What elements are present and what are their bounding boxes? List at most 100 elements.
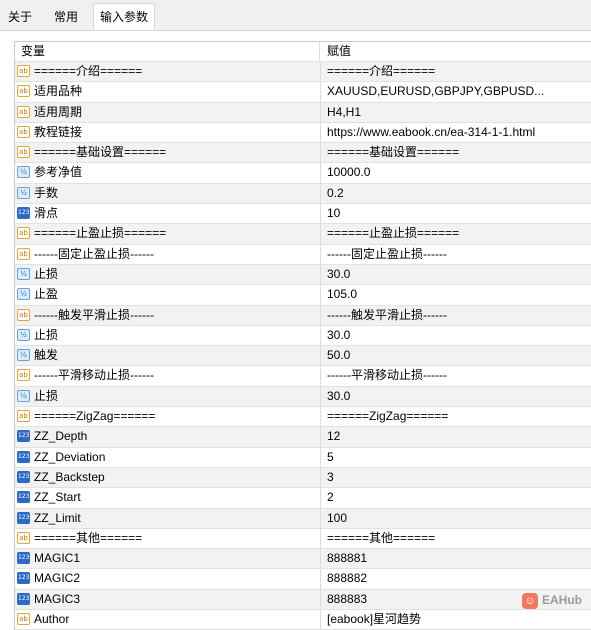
parameter-name-cell: 123 MAGIC1 xyxy=(15,549,321,569)
parameter-name-cell: 123 滑点 xyxy=(15,204,321,224)
parameter-name-cell: ½ 止损 xyxy=(15,325,321,346)
tab-about[interactable]: 关于 xyxy=(2,6,38,29)
parameter-name-cell: 123 ZZ_Depth xyxy=(15,427,321,447)
parameter-name: 参考净值 xyxy=(34,165,83,180)
table-row[interactable]: ½ 止损 30.0 xyxy=(15,386,591,408)
parameter-value-cell[interactable]: ======止盈止损====== xyxy=(321,224,591,243)
table-row[interactable]: ½ 触发 50.0 xyxy=(15,346,591,367)
table-row[interactable]: ab ------触发平滑止损------ ------触发平滑止损------ xyxy=(15,305,591,326)
table-row[interactable]: ab ======其他====== ======其他====== xyxy=(15,528,591,550)
table-row[interactable]: 123 滑点 10 xyxy=(15,204,591,225)
parameter-name-cell: ab 教程链接 xyxy=(15,122,321,143)
table-row[interactable]: ½ 手数 0.2 xyxy=(15,183,591,205)
table-row[interactable]: ab ------固定止盈止损------ ------固定止盈止损------ xyxy=(15,244,591,265)
table-row[interactable]: 123 ZZ_Depth 12 xyxy=(15,427,591,448)
parameter-value-cell[interactable]: ======基础设置====== xyxy=(321,143,591,162)
parameter-name-cell: ab ------固定止盈止损------ xyxy=(15,244,321,264)
parameter-name: ------固定止盈止损------ xyxy=(34,246,154,261)
table-row[interactable]: 123 MAGIC1 888881 xyxy=(15,549,591,570)
parameter-name: ZZ_Backstep xyxy=(34,469,105,484)
parameter-name: ------触发平滑止损------ xyxy=(34,307,154,322)
parameter-value-cell[interactable]: 888882 xyxy=(321,569,591,588)
parameter-value-cell[interactable]: 10000.0 xyxy=(321,163,591,182)
double-type-icon: ½ xyxy=(17,186,30,199)
tab-input-parameters[interactable]: 输入参数 xyxy=(93,3,156,31)
table-row[interactable]: ab ======基础设置====== ======基础设置====== xyxy=(15,143,591,164)
parameter-name-cell: ½ 触发 xyxy=(15,346,321,366)
string-type-icon: ab xyxy=(17,125,30,138)
integer-type-icon: 123 xyxy=(17,552,30,565)
string-type-icon: ab xyxy=(17,85,30,98)
parameter-value-cell[interactable]: 30.0 xyxy=(321,387,591,406)
table-row[interactable]: ab Author [eabook]星河趋势 xyxy=(15,610,591,630)
parameter-value-cell[interactable]: 50.0 xyxy=(321,346,591,365)
table-row[interactable]: ab 适用品种 XAUUSD,EURUSD,GBPJPY,GBPUSD... xyxy=(15,82,591,103)
tab-bar: 关于 常用 输入参数 xyxy=(0,0,591,31)
parameter-value-cell[interactable]: 0.2 xyxy=(321,184,591,203)
integer-type-icon: 123 xyxy=(17,430,30,443)
table-row[interactable]: 123 ZZ_Start 2 xyxy=(15,488,591,509)
parameter-name: ZZ_Limit xyxy=(34,510,81,525)
string-type-icon: ab xyxy=(17,369,30,382)
parameter-value-cell[interactable]: 5 xyxy=(321,448,591,467)
parameter-name: MAGIC3 xyxy=(34,591,81,606)
parameter-value-cell[interactable]: ======介绍====== xyxy=(321,62,591,81)
table-row[interactable]: 123 ZZ_Limit 100 xyxy=(15,508,591,529)
parameter-value-cell[interactable]: 10 xyxy=(321,204,591,223)
string-type-icon: ab xyxy=(17,308,30,321)
table-row[interactable]: ½ 止损 30.0 xyxy=(15,325,591,347)
parameter-value-cell[interactable]: ======其他====== xyxy=(321,529,591,548)
parameter-name-cell: ab 适用周期 xyxy=(15,102,321,122)
parameter-name: ======其他====== xyxy=(34,530,143,545)
parameter-value-cell[interactable]: ------固定止盈止损------ xyxy=(321,245,591,264)
parameter-value-cell[interactable]: 2 xyxy=(321,488,591,507)
table-row[interactable]: 123 MAGIC2 888882 xyxy=(15,569,591,590)
parameter-value-cell[interactable]: 30.0 xyxy=(321,326,591,345)
column-header-value[interactable]: 赋值 xyxy=(321,42,591,61)
parameter-name-cell: ab ======基础设置====== xyxy=(15,143,321,163)
column-header-variable[interactable]: 变量 xyxy=(15,42,320,61)
parameter-value-cell[interactable]: ------触发平滑止损------ xyxy=(321,306,591,325)
table-row[interactable]: ab 教程链接 https://www.eabook.cn/ea-314-1-1.h… xyxy=(15,122,591,144)
parameter-name: ZZ_Deviation xyxy=(34,449,106,464)
parameter-value-cell[interactable]: ------平滑移动止损------ xyxy=(321,366,591,385)
table-row[interactable]: ab ------平滑移动止损------ ------平滑移动止损------ xyxy=(15,366,591,387)
double-type-icon: ½ xyxy=(17,288,30,301)
parameter-value-cell[interactable]: XAUUSD,EURUSD,GBPJPY,GBPUSD... xyxy=(321,82,591,101)
parameter-name-cell: 123 ZZ_Backstep xyxy=(15,467,321,488)
double-type-icon: ½ xyxy=(17,349,30,362)
table-row[interactable]: ab ======介绍====== ======介绍====== xyxy=(15,62,591,83)
table-row[interactable]: 123 ZZ_Deviation 5 xyxy=(15,447,591,468)
parameter-name-cell: 123 ZZ_Deviation xyxy=(15,447,321,467)
parameter-value-cell[interactable]: 105.0 xyxy=(321,285,591,304)
table-row[interactable]: ½ 止损 30.0 xyxy=(15,264,591,286)
table-row[interactable]: ½ 参考净值 10000.0 xyxy=(15,163,591,184)
parameter-name: Author xyxy=(34,612,70,627)
tab-common[interactable]: 常用 xyxy=(48,6,84,29)
parameter-value-cell[interactable]: 888881 xyxy=(321,549,591,568)
parameter-name-cell: 123 MAGIC3 xyxy=(15,589,321,610)
table-row[interactable]: 123 MAGIC3 888883 xyxy=(15,589,591,611)
string-type-icon: ab xyxy=(17,613,30,626)
parameter-name: 止损 xyxy=(34,388,59,403)
parameter-value-cell[interactable]: ======ZigZag====== xyxy=(321,407,591,426)
parameter-name-cell: ½ 止盈 xyxy=(15,285,321,305)
parameter-value-cell[interactable]: https://www.eabook.cn/ea-314-1-1.html xyxy=(321,123,591,142)
parameter-value-cell[interactable]: 30.0 xyxy=(321,265,591,284)
string-type-icon: ab xyxy=(17,146,30,159)
table-row[interactable]: ab 适用周期 H4,H1 xyxy=(15,102,591,123)
parameter-name-cell: ab ======ZigZag====== xyxy=(15,407,321,427)
table-row[interactable]: 123 ZZ_Backstep 3 xyxy=(15,467,591,489)
table-row[interactable]: ab ======止盈止损====== ======止盈止损====== xyxy=(15,224,591,245)
table-row[interactable]: ½ 止盈 105.0 xyxy=(15,285,591,306)
parameter-name: ------平滑移动止损------ xyxy=(34,368,154,383)
table-row[interactable]: ab ======ZigZag====== ======ZigZag====== xyxy=(15,407,591,428)
double-type-icon: ½ xyxy=(17,166,30,179)
parameter-value-cell[interactable]: 12 xyxy=(321,427,591,446)
parameter-value-cell[interactable]: 100 xyxy=(321,509,591,528)
parameter-value-cell[interactable]: 3 xyxy=(321,468,591,487)
parameter-value-cell[interactable]: H4,H1 xyxy=(321,103,591,122)
parameter-name: 止盈 xyxy=(34,287,59,302)
parameter-value-cell[interactable]: [eabook]星河趋势 xyxy=(321,610,591,629)
parameter-name: 止损 xyxy=(34,266,59,281)
